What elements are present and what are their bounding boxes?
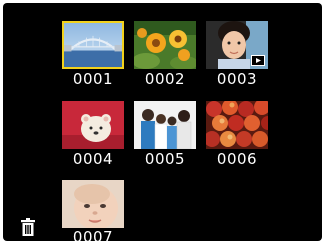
thumbnail-label-0003: 0003 (216, 70, 258, 88)
video-play-icon (251, 55, 265, 66)
thumbnail-0006-apples[interactable] (206, 101, 268, 149)
thumbnail-label-0005: 0005 (144, 150, 186, 168)
thumbnail-label-0001: 0001 (72, 70, 114, 88)
thumbnail-gallery-screen: 0001 0002 0003 0004 0005 0006 0007 (3, 3, 322, 241)
thumbnail-0007-baby[interactable] (62, 180, 124, 228)
thumbnail-label-0007: 0007 (72, 228, 114, 241)
thumbnail-0001-bridge[interactable] (62, 21, 124, 69)
thumbnail-0005-family[interactable] (134, 101, 196, 149)
thumbnail-0004-toy-bear[interactable] (62, 101, 124, 149)
thumbnail-0003-child[interactable] (206, 21, 268, 69)
thumbnail-label-0004: 0004 (72, 150, 114, 168)
thumbnail-0002-flowers[interactable] (134, 21, 196, 69)
thumbnail-label-0002: 0002 (144, 70, 186, 88)
thumbnail-label-0006: 0006 (216, 150, 258, 168)
trash-icon[interactable] (20, 218, 36, 236)
